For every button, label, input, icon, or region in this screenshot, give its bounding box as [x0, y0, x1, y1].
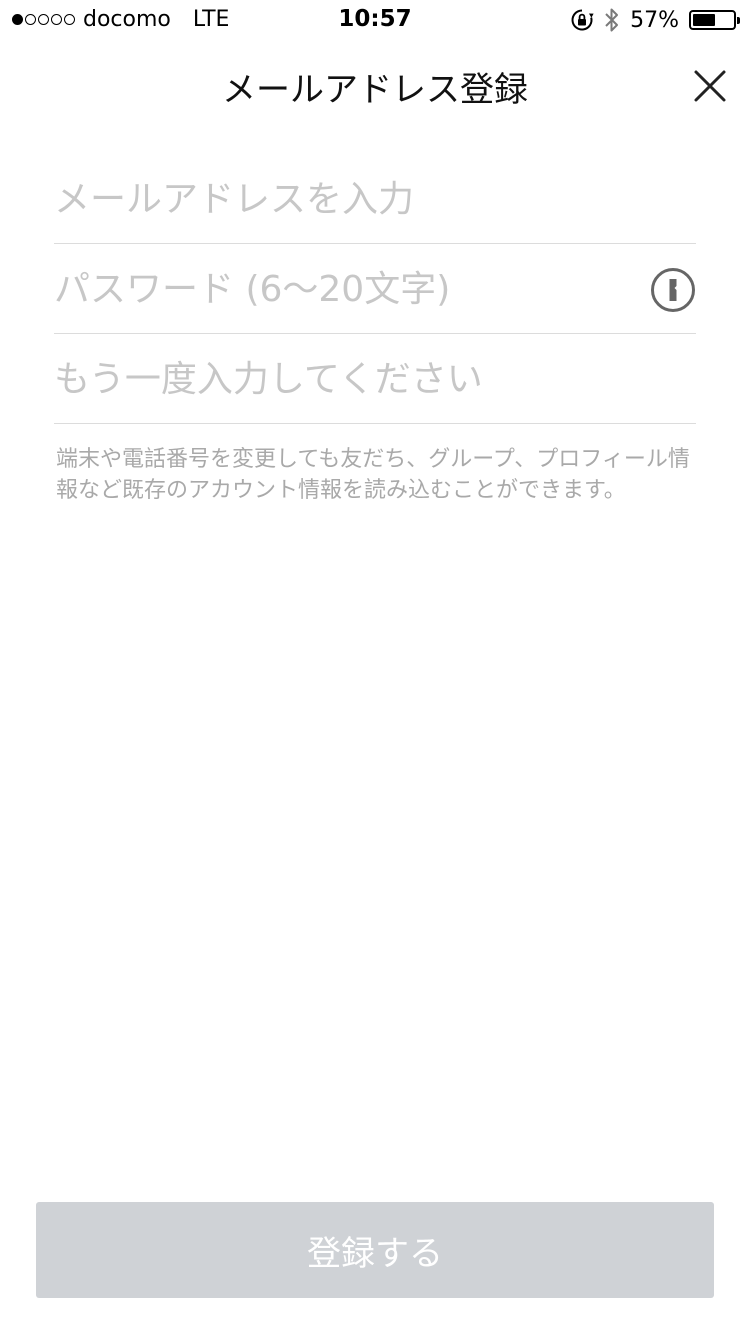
status-bar: docomo LTE 10:57 57%	[0, 0, 750, 40]
password-manager-key-icon	[651, 268, 695, 312]
page-title: メールアドレス登録	[222, 70, 528, 110]
register-button[interactable]: 登録する	[36, 1202, 714, 1298]
email-input[interactable]	[54, 154, 696, 244]
password-confirm-input[interactable]	[54, 334, 696, 424]
battery-percentage: 57%	[630, 7, 679, 33]
password-input[interactable]	[54, 244, 634, 334]
close-button[interactable]	[688, 64, 732, 108]
email-registration-screen: docomo LTE 10:57 57% メールアドレス登録 メールアドレスを入…	[0, 0, 750, 1334]
password-field-row	[54, 244, 696, 334]
password-confirm-field-row	[54, 334, 696, 424]
battery-level	[693, 14, 716, 26]
close-icon	[694, 70, 726, 102]
account-transfer-note: 端末や電話番号を変更しても友だち、グループ、プロフィール情報など既存のアカウント…	[56, 447, 690, 503]
nav-bar: メールアドレス登録	[0, 40, 750, 128]
bluetooth-icon	[605, 8, 619, 32]
status-right: 57%	[570, 7, 740, 33]
orientation-lock-icon	[571, 9, 594, 31]
battery-icon	[689, 10, 740, 30]
password-manager-button[interactable]	[650, 267, 696, 313]
email-field-row	[54, 154, 696, 244]
